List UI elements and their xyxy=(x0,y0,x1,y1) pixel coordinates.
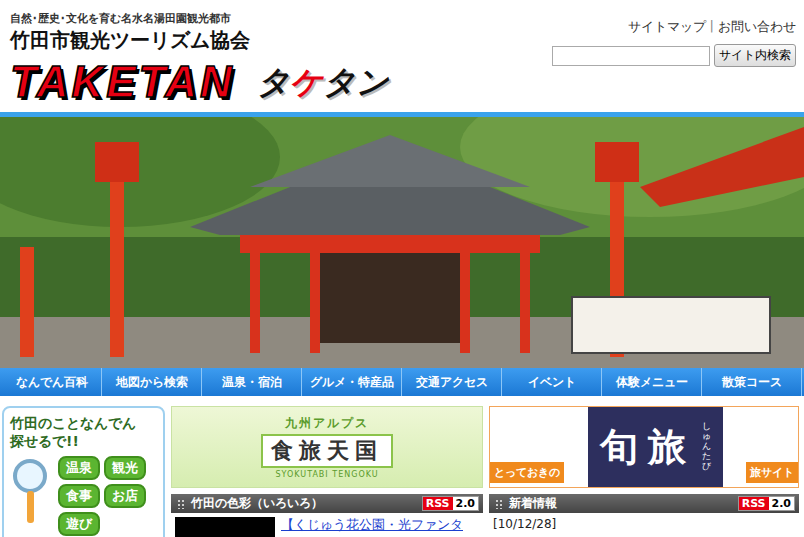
nav-item[interactable]: グルメ・特産品 xyxy=(302,368,402,396)
banner-title: 食旅天国 xyxy=(261,434,393,468)
search-button[interactable]: サイト内検索 xyxy=(714,44,796,67)
finder-button[interactable]: 遊び xyxy=(58,512,100,536)
item-link[interactable]: 【くじゅう花公園・光ファンタ xyxy=(281,517,463,537)
header: 自然･歴史･文化を育む名水名湯田園観光都市竹田市観光ツーリズム協会 TAKETAN… xyxy=(0,0,804,112)
banner-title-box: 旬旅しゅんたび xyxy=(588,407,723,487)
search-row: サイト内検索 xyxy=(552,44,796,67)
banner-overline: 九州アルプス xyxy=(285,415,369,432)
top-link[interactable]: お問い合わせ xyxy=(718,18,796,36)
hero-photo xyxy=(0,117,804,368)
finder-body: 温泉観光食事お店遊び xyxy=(10,456,157,536)
nav-item[interactable]: イベント xyxy=(502,368,602,396)
dots-icon xyxy=(177,499,185,509)
finder-button[interactable]: 温泉 xyxy=(58,456,100,480)
nav-item[interactable]: 温泉・宿泊 xyxy=(202,368,302,396)
dots-icon xyxy=(495,499,503,509)
rss-badge[interactable]: RSS2.0 xyxy=(738,496,795,511)
finder-button[interactable]: 食事 xyxy=(58,484,100,508)
banner-right-label: 旅サイト xyxy=(746,462,798,483)
shokutabi-banner[interactable]: 九州アルプス食旅天国 SYOKUTABI TENGOKU xyxy=(171,406,483,488)
logo-kana-part: タン xyxy=(323,63,389,101)
panel-title-text: 新着情報 xyxy=(509,495,557,512)
banner-center: 旬旅しゅんたび xyxy=(564,407,746,487)
rss-version: 2.0 xyxy=(453,497,479,510)
finder-title: 探せるで!! xyxy=(10,432,157,450)
nav-item[interactable]: 地図から検索 xyxy=(102,368,202,396)
panel-header: 新着情報 RSS2.0 xyxy=(489,494,799,513)
logo-text[interactable]: TAKETAN xyxy=(10,57,235,107)
tagline: 自然･歴史･文化を育む名水名湯田園観光都市 xyxy=(10,12,397,26)
item-date: [10/12/28] xyxy=(493,517,556,531)
top-link[interactable]: サイトマップ xyxy=(628,18,706,36)
search-input[interactable] xyxy=(552,46,710,66)
logo-kana[interactable]: タケタン xyxy=(249,60,397,104)
finder-title: 竹田のことなんでん xyxy=(10,414,157,432)
panel-title-text: 竹田の色彩（いろいろ） xyxy=(191,495,323,512)
panel-header: 竹田の色彩（いろいろ） RSS2.0 xyxy=(171,494,483,513)
organization-name: 竹田市観光ツーリズム協会 xyxy=(10,27,397,53)
finder-box: 竹田のことなんでん探せるで!! 温泉観光食事お店遊び xyxy=(2,406,165,537)
top-links: サイトマップ|お問い合わせ xyxy=(628,18,796,36)
main-grid: 九州アルプス食旅天国 SYOKUTABI TENGOKU とっておきの 旬旅しゅんたび… xyxy=(171,406,799,537)
thumbnail[interactable] xyxy=(175,517,275,537)
rss-label: RSS xyxy=(739,497,769,510)
rss-badge[interactable]: RSS2.0 xyxy=(422,496,479,511)
nav-item[interactable]: 散策コース xyxy=(702,368,802,396)
magnifier-icon xyxy=(10,456,54,526)
logo[interactable]: TAKETAN タケタン xyxy=(10,57,397,107)
shuntabi-banner[interactable]: とっておきの 旬旅しゅんたび旅サイト xyxy=(489,406,799,488)
nav-item[interactable]: 交通アクセス xyxy=(402,368,502,396)
banner-title: 旬旅 xyxy=(600,422,696,473)
main-nav: なんでん百科地図から検索温泉・宿泊グルメ・特産品交通アクセスイベント体験メニュー… xyxy=(0,368,804,396)
nav-item[interactable]: なんでん百科 xyxy=(2,368,102,396)
content: 竹田のことなんでん探せるで!! 温泉観光食事お店遊び 九州アルプス食旅天国 SYOKU… xyxy=(0,396,804,537)
finder-buttons: 温泉観光食事お店遊び xyxy=(58,456,157,536)
header-right: サイトマップ|お問い合わせサイト内検索 xyxy=(552,12,796,112)
panel-title: 竹田の色彩（いろいろ） xyxy=(177,495,323,512)
logo-kana-part: タ xyxy=(257,63,290,101)
finder-button[interactable]: お店 xyxy=(104,484,146,508)
news-panel: 新着情報 RSS2.0 [10/12/28] xyxy=(489,494,799,537)
link-separator: | xyxy=(710,18,714,36)
banner-reading: しゅんたび xyxy=(702,422,711,471)
rss-label: RSS xyxy=(423,497,453,510)
finder-button[interactable]: 観光 xyxy=(104,456,146,480)
nav-item[interactable]: 体験メニュー xyxy=(602,368,702,396)
news-panel: 竹田の色彩（いろいろ） RSS2.0 【くじゅう花公園・光ファンタ xyxy=(171,494,483,537)
rss-version: 2.0 xyxy=(769,497,795,510)
header-left: 自然･歴史･文化を育む名水名湯田園観光都市竹田市観光ツーリズム協会 TAKETAN… xyxy=(10,12,397,112)
logo-kana-part: ケ xyxy=(290,63,323,101)
banner-subtitle: SYOKUTABI TENGOKU xyxy=(275,470,378,479)
panel-title: 新着情報 xyxy=(495,495,557,512)
banner-left-label: とっておきの xyxy=(490,462,564,483)
panel-item: 【くじゅう花公園・光ファンタ xyxy=(171,513,483,537)
panel-item: [10/12/28] xyxy=(489,513,799,535)
